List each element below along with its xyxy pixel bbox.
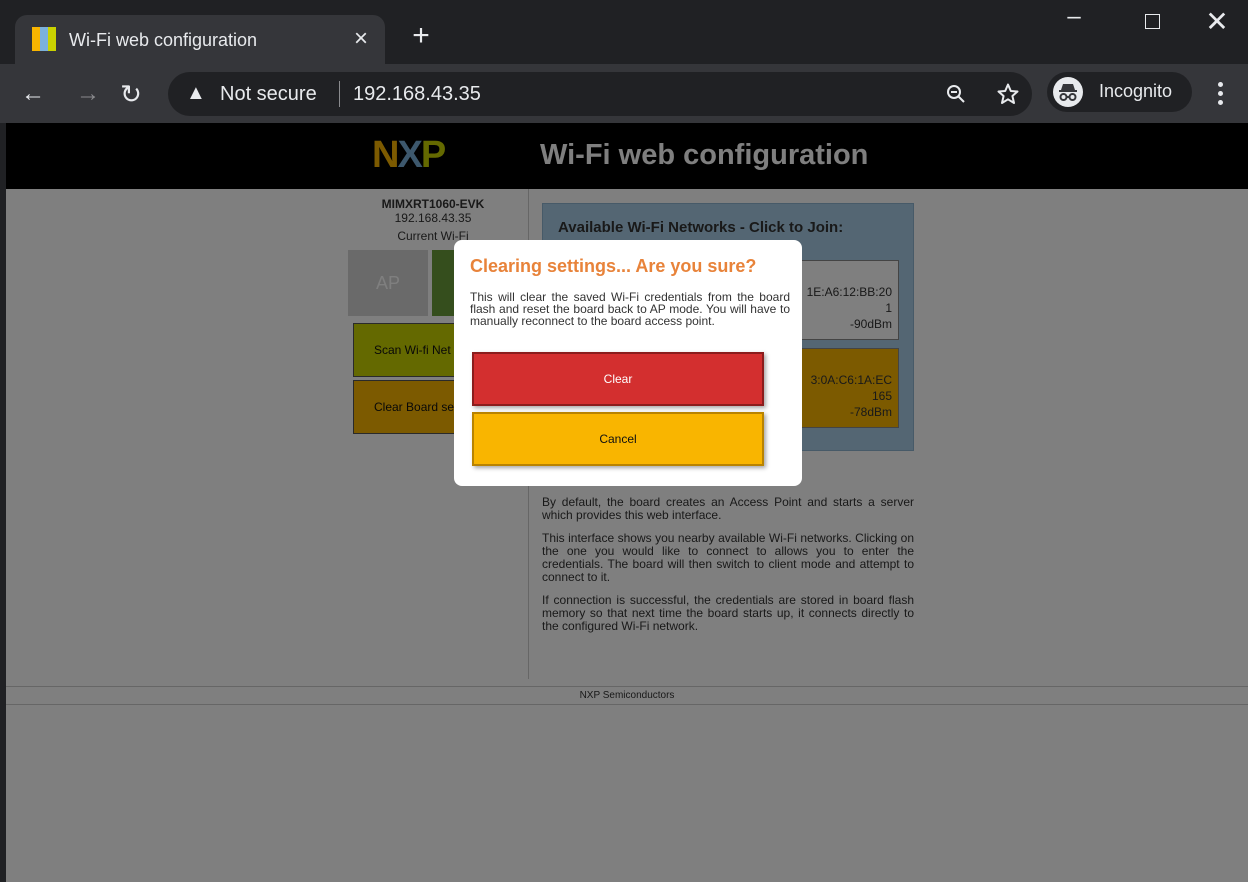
- browser-tab[interactable]: Wi-Fi web configuration ×: [15, 15, 385, 65]
- security-label[interactable]: Not secure: [220, 83, 317, 106]
- window-maximize-button[interactable]: [1134, 8, 1170, 36]
- window-minimize-button[interactable]: –: [1056, 5, 1092, 36]
- cancel-button[interactable]: Cancel: [472, 412, 764, 466]
- maximize-icon: [1145, 14, 1160, 29]
- back-button[interactable]: ←: [18, 79, 48, 109]
- forward-button[interactable]: →: [73, 79, 103, 109]
- browser-toolbar: ← → ↻ ▲ Not secure 192.168.43.35 Incogni…: [0, 64, 1248, 123]
- incognito-label: Incognito: [1099, 81, 1173, 101]
- page-viewport: NXP Wi-Fi web configuration MIMXRT1060-E…: [6, 123, 1248, 882]
- confirm-clear-button[interactable]: Clear: [472, 352, 764, 406]
- warning-icon: ▲: [186, 82, 206, 104]
- browser-titlebar: Wi-Fi web configuration × + – ✕: [0, 0, 1248, 65]
- tab-close-icon[interactable]: ×: [347, 25, 375, 53]
- favicon-icon: [32, 27, 56, 51]
- modal-backdrop[interactable]: [6, 123, 1248, 882]
- incognito-icon: [1053, 77, 1083, 107]
- dialog-title: Clearing settings... Are you sure?: [470, 256, 757, 276]
- zoom-out-icon[interactable]: [946, 84, 966, 104]
- confirm-dialog: Clearing settings... Are you sure? This …: [454, 240, 802, 486]
- url-text[interactable]: 192.168.43.35: [353, 83, 481, 106]
- dialog-message: This will clear the saved Wi-Fi credenti…: [470, 290, 790, 328]
- address-separator: [339, 81, 340, 107]
- window-close-button[interactable]: ✕: [1199, 8, 1235, 36]
- address-bar[interactable]: ▲ Not secure 192.168.43.35: [168, 72, 1032, 116]
- reload-button[interactable]: ↻: [116, 79, 146, 109]
- incognito-indicator[interactable]: Incognito: [1047, 72, 1192, 112]
- tab-title: Wi-Fi web configuration: [69, 30, 258, 50]
- new-tab-button[interactable]: +: [407, 21, 435, 51]
- bookmark-star-icon[interactable]: [996, 82, 1020, 106]
- browser-menu-icon[interactable]: [1210, 79, 1230, 109]
